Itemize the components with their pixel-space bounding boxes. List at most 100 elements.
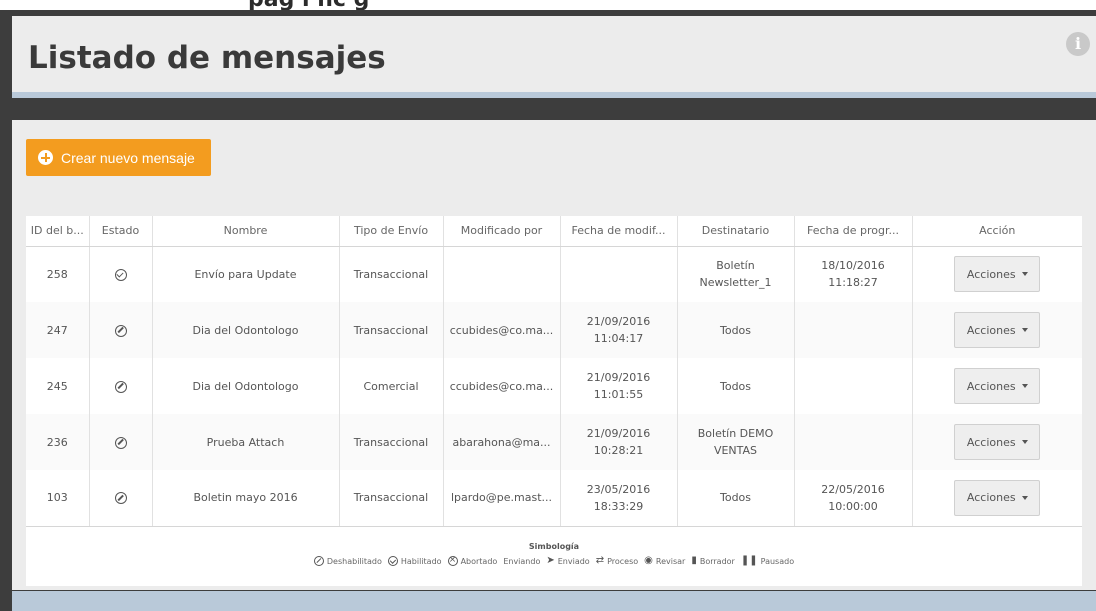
legend-label: Habilitado xyxy=(400,556,442,566)
actions-dropdown-button[interactable]: Acciones xyxy=(954,312,1041,348)
cell-fecha-prog xyxy=(793,302,912,358)
modified-by-text: abarahona@ma... xyxy=(452,435,551,449)
legend-label: Deshabilitado xyxy=(326,556,382,566)
cell-fecha-modif: 21/09/2016 10:28:21 xyxy=(559,414,677,470)
table-row: 103 Boletin mayo 2016 Transaccional lpardo@… xyxy=(26,470,1082,527)
check-circle-icon xyxy=(114,268,127,281)
cell-fecha-prog-line1: 22/05/2016 xyxy=(821,482,885,496)
legend: Simbología Deshabilitado Habilitado Aborta… xyxy=(26,536,1082,582)
cell-nombre: Prueba Attach xyxy=(151,414,339,470)
legend-item: ➤ Enviado xyxy=(546,556,589,566)
cell-fecha-modif-line2: 18:33:29 xyxy=(593,499,644,513)
legend-label: Proceso xyxy=(607,556,639,566)
cell-fecha-modif: 21/09/2016 11:01:55 xyxy=(559,358,677,414)
cell-id: 103 xyxy=(26,470,89,527)
cell-nombre: Envío para Update xyxy=(151,246,339,302)
messages-table-container: ID del b... Estado Nombre Tipo de Envío Modi… xyxy=(26,216,1082,586)
cell-destinatario-line1: Boletín DEMO xyxy=(697,427,774,440)
cell-tipo: Transaccional xyxy=(338,414,443,470)
cell-destinatario: Todos xyxy=(676,302,794,358)
cell-nombre: Dia del Odontologo xyxy=(151,358,339,414)
actions-dropdown-button[interactable]: Acciones xyxy=(954,424,1041,460)
bottom-band xyxy=(12,591,1096,611)
cell-fecha-modif xyxy=(559,246,677,302)
caret-down-icon xyxy=(1021,328,1028,332)
cell-tipo: Transaccional xyxy=(338,246,443,302)
document-icon: ▮ xyxy=(691,555,697,566)
column-header-modificado[interactable]: Modificado por xyxy=(442,216,560,247)
column-header-estado[interactable]: Estado xyxy=(88,216,152,247)
x-circle-icon xyxy=(447,555,458,566)
cell-destinatario-line1: Todos xyxy=(719,491,752,505)
column-header-nombre[interactable]: Nombre xyxy=(151,216,339,247)
table-row: 236 Prueba Attach Transaccional abarahona@m… xyxy=(26,414,1082,470)
actions-dropdown-button[interactable]: Acciones xyxy=(954,256,1041,293)
cell-fecha-modif-line2: 10:28:21 xyxy=(593,444,644,457)
table-row: 247 Dia del Odontologo Transaccional ccubid… xyxy=(26,302,1082,358)
actions-label: Acciones xyxy=(966,267,1016,281)
cell-fecha-prog-line2: 11:18:27 xyxy=(828,276,878,290)
cell-fecha-modif-line1: 21/09/2016 xyxy=(586,427,651,440)
content-panel: Crear nuevo mensaje ID del b... Estado Nom… xyxy=(12,120,1096,590)
cell-fecha-prog xyxy=(793,414,912,470)
disabled-circle-icon xyxy=(114,492,127,505)
create-message-button[interactable]: Crear nuevo mensaje xyxy=(26,139,211,176)
cell-nombre: Boletin mayo 2016 xyxy=(151,470,339,527)
table-row: 245 Dia del Odontologo Comercial ccubides@c… xyxy=(26,358,1082,414)
check-circle-icon xyxy=(387,556,398,566)
table-header-row: ID del b... Estado Nombre Tipo de Envío Modi… xyxy=(26,216,1082,247)
messages-table: ID del b... Estado Nombre Tipo de Envío Modi… xyxy=(26,216,1082,527)
legend-item: ❚❚ Pausado xyxy=(741,556,794,566)
cell-fecha-modif: 23/05/2016 18:33:29 xyxy=(559,470,677,527)
caret-down-icon xyxy=(1021,495,1028,500)
cell-estado xyxy=(88,302,152,358)
column-header-tipo[interactable]: Tipo de Envío xyxy=(338,216,443,247)
cell-fecha-modif: 21/09/2016 11:04:17 xyxy=(559,302,677,358)
column-header-accion[interactable]: Acción xyxy=(911,216,1082,247)
legend-label: Enviado xyxy=(557,556,590,566)
cell-fecha-modif-line2: 11:01:55 xyxy=(593,388,644,401)
column-header-id[interactable]: ID del b... xyxy=(26,216,89,247)
top-banner: pag l nc g xyxy=(0,0,1096,10)
legend-item: Enviando xyxy=(503,557,540,566)
cell-id: 236 xyxy=(26,414,89,470)
cell-id: 245 xyxy=(46,379,68,393)
cell-estado xyxy=(88,358,152,414)
modified-by-text: lpardo@pe.mast... xyxy=(450,491,553,505)
column-header-destinatario[interactable]: Destinatario xyxy=(676,216,794,247)
column-header-fecha-modif[interactable]: Fecha de modif... xyxy=(559,216,677,247)
legend-item: ⇄ Proceso xyxy=(596,556,638,566)
actions-dropdown-button[interactable]: Acciones xyxy=(954,368,1041,404)
legend-label: Enviando xyxy=(503,556,541,566)
actions-label: Acciones xyxy=(966,379,1016,393)
cell-destinatario: Boletín DEMO VENTAS xyxy=(676,414,794,470)
actions-dropdown-button[interactable]: Acciones xyxy=(954,479,1041,516)
exchange-icon: ⇄ xyxy=(595,555,605,566)
top-banner-text: pag l nc g xyxy=(248,0,369,10)
cell-accion: Acciones xyxy=(911,302,1082,358)
cell-fecha-modif-line1: 21/09/2016 xyxy=(586,371,651,384)
cell-fecha-prog-line2: 10:00:00 xyxy=(828,499,878,513)
legend-label: Pausado xyxy=(760,556,795,566)
column-header-fecha-prog[interactable]: Fecha de progr... xyxy=(793,216,912,247)
cell-modificado-por: ccubides@co.ma... xyxy=(442,302,560,358)
create-message-label: Crear nuevo mensaje xyxy=(61,149,195,166)
page-title: Listado de mensajes xyxy=(28,40,386,76)
caret-down-icon xyxy=(1021,272,1028,277)
legend-label: Borrador xyxy=(699,556,735,566)
disabled-circle-icon xyxy=(114,324,127,337)
cell-estado xyxy=(88,470,152,527)
disabled-circle-icon xyxy=(313,556,324,566)
table-row: 258 Envío para Update Transaccional Boletín… xyxy=(26,246,1082,302)
legend-item: Habilitado xyxy=(387,556,442,566)
legend-items: Deshabilitado Habilitado Abortado Enviando ➤… xyxy=(26,555,1082,566)
actions-label: Acciones xyxy=(966,435,1016,449)
cell-tipo: Transaccional xyxy=(338,470,443,527)
modified-by-text: ccubides@co.ma... xyxy=(449,379,554,393)
cell-accion: Acciones xyxy=(911,246,1082,302)
cell-modificado-por: lpardo@pe.mast... xyxy=(442,470,560,527)
cell-tipo: Transaccional xyxy=(338,302,443,358)
cell-estado xyxy=(88,414,152,470)
cell-accion: Acciones xyxy=(911,358,1082,414)
info-circle-icon[interactable]: i xyxy=(1066,32,1090,56)
